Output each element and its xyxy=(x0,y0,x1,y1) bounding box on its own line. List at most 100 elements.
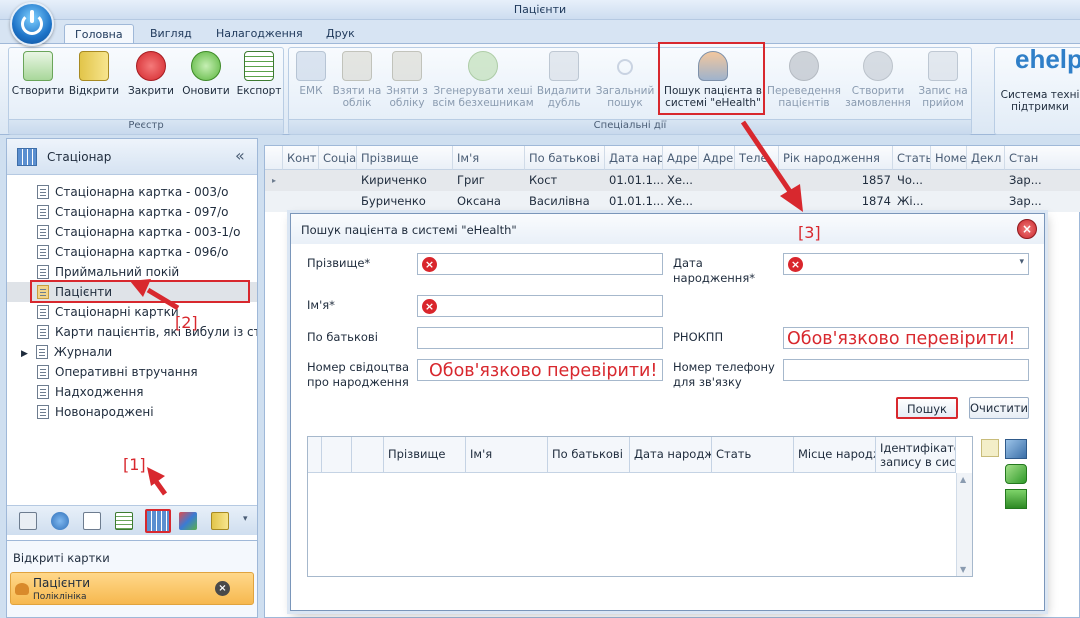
transfer-patients-button[interactable]: Переведення пацієнтів xyxy=(767,51,841,109)
tech-support-button[interactable]: ehelp Система техні підтримки xyxy=(995,44,1080,113)
tree-item[interactable]: Оперативні втручання xyxy=(7,362,257,382)
scroll-up-icon[interactable]: ▲ xyxy=(960,475,966,484)
dropdown-arrow-icon[interactable]: ▾ xyxy=(1019,257,1024,267)
ribbon-group-special: ЕМК Взяти на облік Зняти з обліку Згенерув… xyxy=(288,47,972,135)
collapse-chevron-icon[interactable]: « xyxy=(235,146,245,165)
column-header[interactable]: Соціа xyxy=(319,146,357,170)
book-icon[interactable] xyxy=(211,512,229,530)
column-header[interactable]: Декл xyxy=(967,146,1005,170)
tab-settings[interactable]: Налагодження xyxy=(206,24,313,44)
column-header[interactable]: Дата народж xyxy=(630,437,712,473)
hospital-module-icon[interactable] xyxy=(145,509,171,533)
ribbon-group-registry: Створити Відкрити Закрити Оновити Експор… xyxy=(8,47,284,135)
expand-arrow-icon[interactable]: ▶ xyxy=(21,349,28,359)
tree-item[interactable]: Новонароджені xyxy=(7,402,257,422)
column-header[interactable]: Номе xyxy=(931,146,967,170)
column-header[interactable]: По батькові xyxy=(525,146,605,170)
register-button[interactable]: Взяти на облік xyxy=(331,51,383,109)
toolbar-menu-chevron-icon[interactable]: ▾ xyxy=(243,514,248,524)
column-header[interactable]: Адре xyxy=(699,146,735,170)
general-search-button[interactable]: Загальний пошук xyxy=(593,51,657,109)
column-header[interactable]: Прізвище xyxy=(384,437,466,473)
column-header[interactable]: Стать xyxy=(712,437,794,473)
table-icon[interactable] xyxy=(115,512,133,530)
phone-label: Номер телефону для зв'язку xyxy=(673,360,775,389)
search-button[interactable]: Пошук xyxy=(896,397,958,419)
column-header[interactable]: Адре xyxy=(663,146,699,170)
tree-item[interactable]: Стаціонарні картки xyxy=(7,302,257,322)
table-row[interactable]: ▸ Кириченко Григ Кост 01.01.1... Хе... 1… xyxy=(265,170,1080,191)
dialog-close-icon[interactable]: × xyxy=(1017,219,1037,239)
tools-icon[interactable] xyxy=(1005,439,1027,459)
ribbon-group-label: Реєстр xyxy=(9,119,283,134)
row-indicator-icon: ▸ xyxy=(272,176,277,185)
open-cards-title: Відкриті картки xyxy=(13,551,110,565)
scroll-down-icon[interactable]: ▼ xyxy=(960,565,966,574)
column-header[interactable]: Стан xyxy=(1005,146,1080,170)
delete-duplicate-button[interactable]: Видалити дубль xyxy=(535,51,593,109)
error-icon: × xyxy=(422,299,437,314)
emk-button[interactable]: ЕМК xyxy=(291,51,331,97)
table-row[interactable]: Буриченко Оксана Василівна 01.01.1... Хе… xyxy=(265,191,1080,212)
document-icon xyxy=(37,325,49,339)
medical-card-icon xyxy=(296,51,326,81)
ribbon-group-support: ehelp Система техні підтримки xyxy=(994,44,1080,135)
create-button[interactable]: Створити xyxy=(11,51,65,97)
column-header[interactable]: Теле xyxy=(735,146,779,170)
modules-icon[interactable] xyxy=(179,512,197,530)
column-header[interactable]: Ім'я xyxy=(466,437,548,473)
tree-item[interactable]: Стаціонарна картка - 096/о xyxy=(7,242,257,262)
column-header[interactable]: Дата нар xyxy=(605,146,663,170)
phone-field[interactable] xyxy=(783,359,1029,381)
column-header[interactable]: Конт xyxy=(283,146,319,170)
sync-icon xyxy=(468,51,498,81)
column-header[interactable]: Ім'я xyxy=(453,146,525,170)
document-icon[interactable] xyxy=(19,512,37,530)
search-icon xyxy=(617,59,633,75)
generate-hashes-button[interactable]: Згенерувати хеші всім безхешникам xyxy=(431,51,535,109)
tree-item[interactable]: Надходження xyxy=(7,382,257,402)
vertical-scrollbar[interactable]: ▲ ▼ xyxy=(956,473,972,576)
add-record-icon[interactable] xyxy=(981,439,999,457)
link-icon[interactable] xyxy=(1005,464,1027,484)
surname-field[interactable]: × xyxy=(417,253,663,275)
tree-item-journals[interactable]: ▶ Журнали xyxy=(7,342,257,362)
export-results-icon[interactable] xyxy=(1005,489,1027,509)
open-button[interactable]: Відкрити xyxy=(66,51,122,97)
spreadsheet-icon xyxy=(244,51,274,81)
medical-icon[interactable] xyxy=(51,512,69,530)
birthdate-picker[interactable]: × ▾ xyxy=(783,253,1029,275)
tree-item[interactable]: Стаціонарна картка - 097/о xyxy=(7,202,257,222)
navigation-header: Стаціонар « xyxy=(7,139,257,175)
patronymic-field[interactable] xyxy=(417,327,663,349)
tree-item[interactable]: Приймальний покій xyxy=(7,262,257,282)
column-header[interactable]: Прізвище xyxy=(357,146,453,170)
column-header[interactable]: Рік народження xyxy=(779,146,893,170)
appointment-button[interactable]: Запис на прийом xyxy=(915,51,971,109)
tree-item[interactable]: Стаціонарна картка - 003-1/о xyxy=(7,222,257,242)
close-card-icon[interactable]: × xyxy=(215,581,230,596)
deregister-button[interactable]: Зняти з обліку xyxy=(383,51,431,109)
export-button[interactable]: Експорт xyxy=(233,51,285,97)
refresh-button[interactable]: Оновити xyxy=(179,51,233,97)
tab-print[interactable]: Друк xyxy=(316,24,365,44)
column-header[interactable]: По батькові xyxy=(548,437,630,473)
column-header[interactable]: Ідентифікаторзапису в сист xyxy=(876,437,956,473)
ehelp-logo: ehelp xyxy=(1015,44,1080,74)
create-order-button[interactable]: Створити замовлення xyxy=(843,51,913,109)
open-card-patients[interactable]: Пацієнти Поліклініка × xyxy=(10,572,254,605)
tree-item[interactable]: Стаціонарна картка - 003/о xyxy=(7,182,257,202)
column-header[interactable]: Стать xyxy=(893,146,931,170)
tab-view[interactable]: Вигляд xyxy=(140,24,202,44)
close-button[interactable]: Закрити xyxy=(123,51,179,97)
name-field[interactable]: × xyxy=(417,295,663,317)
tab-home[interactable]: Головна xyxy=(64,24,134,44)
tree-item[interactable]: Карти пацієнтів, які вибули із стаціс xyxy=(7,322,257,342)
column-header[interactable]: Місце народж xyxy=(794,437,876,473)
app-menu-button[interactable] xyxy=(10,2,54,46)
ribbon-group-label: Спеціальні дії xyxy=(289,119,971,134)
birth-certificate-label: Номер свідоцтва про народження xyxy=(307,360,410,389)
clear-button[interactable]: Очистити xyxy=(969,397,1029,419)
rnokpp-warning: Обов'язково перевірити! xyxy=(787,329,1016,349)
page-icon[interactable] xyxy=(83,512,101,530)
